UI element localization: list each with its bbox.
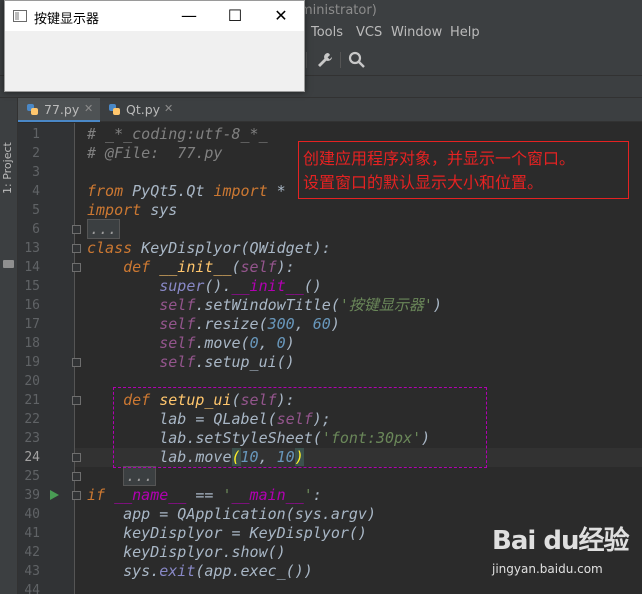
annotation-line: 创建应用程序对象，并显示一个窗口。	[303, 149, 576, 168]
app-window-icon	[13, 10, 27, 22]
run-icon[interactable]	[50, 490, 59, 500]
fold-marker-icon[interactable]	[72, 263, 81, 272]
minimize-button[interactable]: —	[166, 1, 212, 31]
menu-vcs[interactable]: VCS	[356, 25, 382, 40]
line-number: 44	[24, 583, 40, 594]
wrench-icon[interactable]	[315, 50, 335, 70]
editor-tab-bar: 77.py ✕ Qt.py ✕	[18, 98, 642, 122]
project-tool-window-button[interactable]: 1: Project	[1, 104, 17, 194]
menu-window[interactable]: Window	[391, 25, 442, 40]
tab-qt-py[interactable]: Qt.py ✕	[100, 98, 180, 122]
qt-app-window[interactable]: 按键显示器 — ☐ ✕	[4, 0, 305, 92]
code-line: ...	[87, 219, 121, 239]
tab-77-py[interactable]: 77.py ✕	[18, 98, 100, 122]
line-number: 14	[24, 260, 40, 275]
line-number: 43	[24, 564, 40, 579]
folder-icon[interactable]	[3, 260, 14, 268]
code-line: app = QApplication(sys.argv)	[87, 505, 376, 523]
baidu-watermark: Bai du经验 jingyan.baidu.com	[492, 520, 632, 584]
maximize-button[interactable]: ☐	[212, 1, 258, 31]
line-number: 3	[32, 165, 40, 180]
code-line: from PyQt5.Qt import *	[87, 182, 286, 200]
ide-window-title: ministrator)	[300, 3, 377, 18]
qt-window-title-bar[interactable]: 按键显示器 — ☐ ✕	[5, 1, 304, 31]
line-number: 4	[32, 184, 40, 199]
code-line: super().__init__()	[159, 277, 322, 295]
close-button[interactable]: ✕	[258, 1, 304, 31]
line-number: 13	[24, 241, 40, 256]
code-line: import sys	[87, 201, 178, 219]
close-tab-icon[interactable]: ✕	[84, 102, 93, 115]
toolbar-separator	[340, 52, 341, 68]
code-line: self.resize(300, 60)	[159, 315, 340, 333]
menu-help[interactable]: Help	[450, 25, 480, 40]
fold-marker-icon[interactable]	[72, 453, 81, 462]
line-number: 18	[24, 336, 40, 351]
line-number: 17	[24, 317, 40, 332]
line-number: 42	[24, 545, 40, 560]
tab-label: 77.py	[44, 102, 80, 117]
line-number: 16	[24, 298, 40, 313]
line-number: 40	[24, 507, 40, 522]
line-number: 24	[24, 450, 40, 465]
line-number: 21	[24, 393, 40, 408]
left-tool-strip: 1: Project	[0, 98, 18, 594]
line-number: 20	[24, 374, 40, 389]
code-line: # @File: 77.py	[87, 144, 223, 162]
qt-window-title: 按键显示器	[34, 12, 100, 27]
line-number: 19	[24, 355, 40, 370]
code-line: # _*_coding:utf-8_*_	[87, 125, 268, 143]
code-line: ...	[87, 466, 157, 486]
code-line: keyDisplyor.show()	[87, 543, 286, 561]
menu-tools[interactable]: Tools	[311, 25, 343, 40]
search-icon[interactable]	[347, 50, 367, 70]
close-tab-icon[interactable]: ✕	[164, 102, 173, 115]
line-number: 41	[24, 526, 40, 541]
fold-marker-icon[interactable]	[72, 358, 81, 367]
line-number: 22	[24, 412, 40, 427]
line-number: 25	[24, 469, 40, 484]
python-file-icon	[108, 103, 122, 117]
code-line: sys.exit(app.exec_())	[87, 562, 313, 580]
code-line: self.setWindowTitle('按键显示器')	[159, 296, 442, 314]
tab-label: Qt.py	[126, 102, 161, 117]
python-file-icon	[26, 103, 40, 117]
code-line: self.move(0, 0)	[159, 334, 295, 352]
line-number: 23	[24, 431, 40, 446]
code-line: class KeyDisplyor(QWidget):	[87, 239, 331, 257]
fold-marker-icon[interactable]	[72, 396, 81, 405]
line-number: 15	[24, 279, 40, 294]
toolbar-separator	[306, 52, 307, 68]
watermark-url: jingyan.baidu.com	[492, 562, 603, 576]
line-number: 6	[32, 222, 40, 237]
line-number: 39	[24, 488, 40, 503]
code-line: keyDisplyor = KeyDisplyor()	[87, 524, 367, 542]
watermark-logo: Bai du经验	[492, 526, 629, 556]
selection-highlight-box	[113, 387, 487, 468]
code-line: if __name__ == '__main__':	[87, 486, 322, 504]
annotation-callout: 创建应用程序对象，并显示一个窗口。 设置窗口的默认显示大小和位置。	[298, 141, 629, 199]
line-number: 5	[32, 203, 40, 218]
fold-marker-icon[interactable]	[72, 491, 81, 500]
code-line: self.setup_ui()	[159, 353, 295, 371]
fold-marker-icon[interactable]	[72, 225, 81, 234]
line-number: 2	[32, 146, 40, 161]
line-number: 1	[32, 127, 40, 142]
annotation-line: 设置窗口的默认显示大小和位置。	[303, 173, 544, 192]
fold-marker-icon[interactable]	[72, 472, 81, 481]
code-line: def __init__(self):	[123, 258, 295, 276]
fold-marker-icon[interactable]	[72, 244, 81, 253]
